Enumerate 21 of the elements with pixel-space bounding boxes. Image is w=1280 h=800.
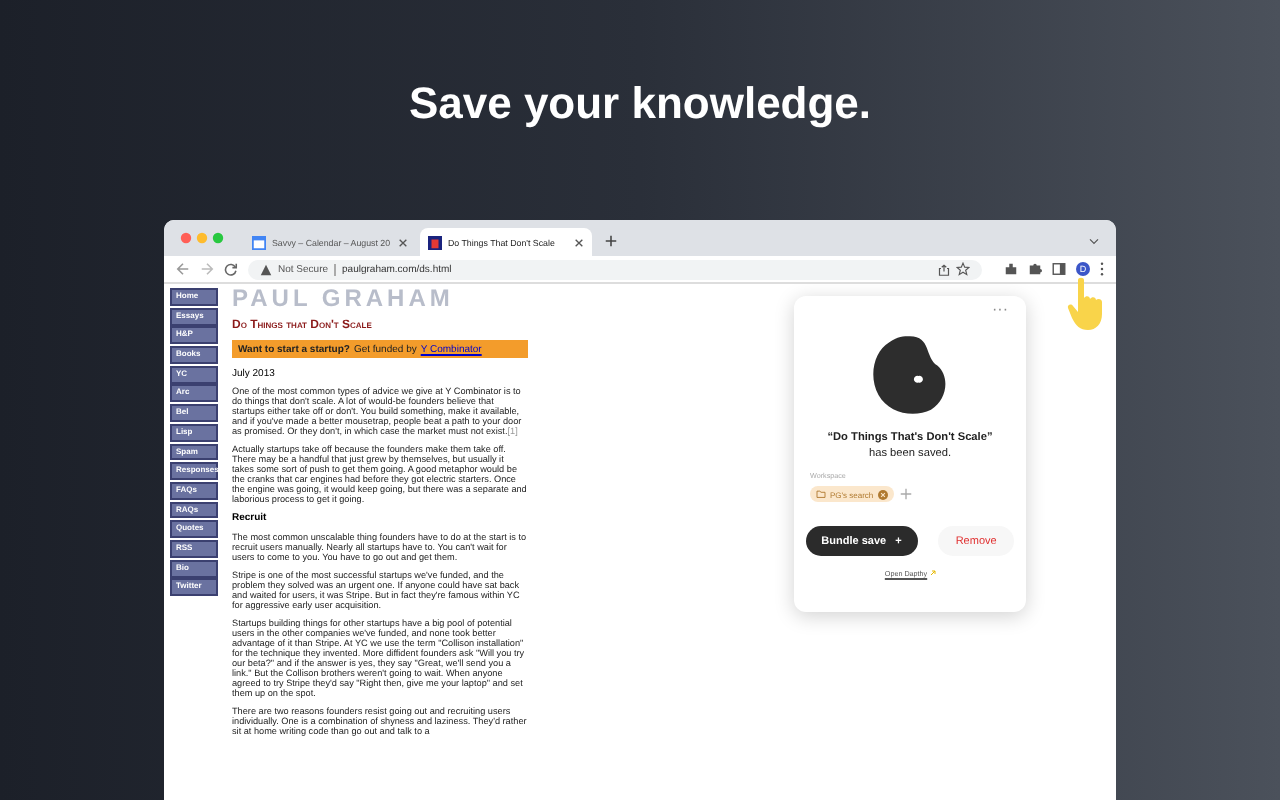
remove-icon[interactable] xyxy=(877,489,888,499)
puzzle-icon[interactable] xyxy=(1028,262,1042,276)
folder-icon xyxy=(816,490,826,498)
chevron-down-icon[interactable] xyxy=(1088,238,1100,246)
more-menu-button[interactable]: ··· xyxy=(992,302,1008,318)
reload-icon[interactable] xyxy=(224,262,238,276)
extension-icon[interactable] xyxy=(1004,262,1018,276)
site-title: PAUL GRAHAM xyxy=(232,284,456,312)
close-icon[interactable] xyxy=(398,237,408,247)
warning-icon xyxy=(260,263,272,275)
share-icon[interactable] xyxy=(938,263,950,275)
back-icon[interactable] xyxy=(176,262,190,276)
star-icon[interactable] xyxy=(956,262,970,276)
sidebar-icon[interactable] xyxy=(1052,262,1066,276)
calendar-icon xyxy=(252,235,266,249)
new-tab-icon[interactable] xyxy=(604,234,618,248)
favicon-icon xyxy=(428,235,442,249)
close-icon[interactable] xyxy=(574,237,584,247)
headline: Save your knowledge. xyxy=(408,76,872,132)
external-link-icon xyxy=(929,570,936,576)
pointing-hand-icon xyxy=(1066,276,1106,332)
